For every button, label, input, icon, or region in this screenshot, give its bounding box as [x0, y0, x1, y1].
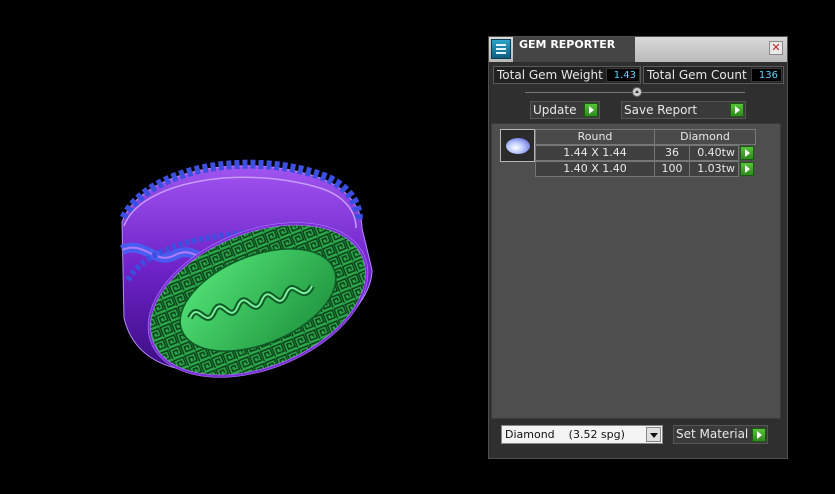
chevron-down-icon[interactable]	[646, 427, 661, 442]
material-selected-value: Diamond (3.52 spg)	[505, 428, 625, 441]
gem-size-cell: 1.40 X 1.40	[535, 161, 655, 177]
gem-weight-cell: 1.03tw	[689, 161, 739, 177]
set-material-button-label: Set Material	[676, 427, 749, 441]
total-gem-count-field: Total Gem Count 136	[643, 66, 784, 84]
update-button[interactable]: Update	[530, 101, 600, 119]
gem-count-cell: 100	[654, 161, 690, 177]
round-diamond-icon[interactable]	[500, 129, 535, 162]
play-arrow-icon[interactable]	[730, 103, 744, 117]
column-header-shape: Round	[535, 129, 655, 145]
material-dropdown[interactable]: Diamond (3.52 spg)	[501, 425, 663, 444]
save-report-button-label: Save Report	[624, 103, 698, 117]
panel-title: GEM REPORTER	[519, 38, 616, 51]
save-report-button[interactable]: Save Report	[621, 101, 746, 119]
column-header-material: Diamond	[654, 129, 756, 145]
play-arrow-icon[interactable]	[752, 428, 766, 442]
gem-reporter-app-icon	[491, 39, 511, 59]
total-gem-weight-label: Total Gem Weight	[497, 68, 603, 82]
gem-size-cell: 1.44 X 1.44	[535, 145, 655, 161]
update-button-label: Update	[533, 103, 577, 117]
select-gems-arrow-icon[interactable]	[740, 162, 754, 176]
total-gem-weight-value: 1.43	[606, 68, 640, 82]
title-bar[interactable]: GEM REPORTER ✕	[489, 37, 787, 62]
ring-model	[119, 159, 373, 378]
total-gem-weight-field: Total Gem Weight 1.43	[493, 66, 641, 84]
select-gems-arrow-icon[interactable]	[740, 146, 754, 160]
gem-count-cell: 36	[654, 145, 690, 161]
gem-weight-cell: 0.40tw	[689, 145, 739, 161]
play-arrow-icon[interactable]	[584, 103, 598, 117]
collapse-handle-icon[interactable]	[632, 87, 642, 97]
total-gem-count-value: 136	[751, 68, 782, 82]
set-material-button[interactable]: Set Material	[673, 425, 768, 444]
close-button[interactable]: ✕	[769, 41, 783, 55]
total-gem-count-label: Total Gem Count	[647, 68, 747, 82]
3d-viewport[interactable]	[0, 0, 480, 494]
gem-reporter-panel: GEM REPORTER ✕ Total Gem Weight 1.43 Tot…	[488, 36, 788, 459]
gem-list[interactable]: Round Diamond 1.44 X 1.44 36 0.40tw 1.40…	[491, 123, 781, 419]
